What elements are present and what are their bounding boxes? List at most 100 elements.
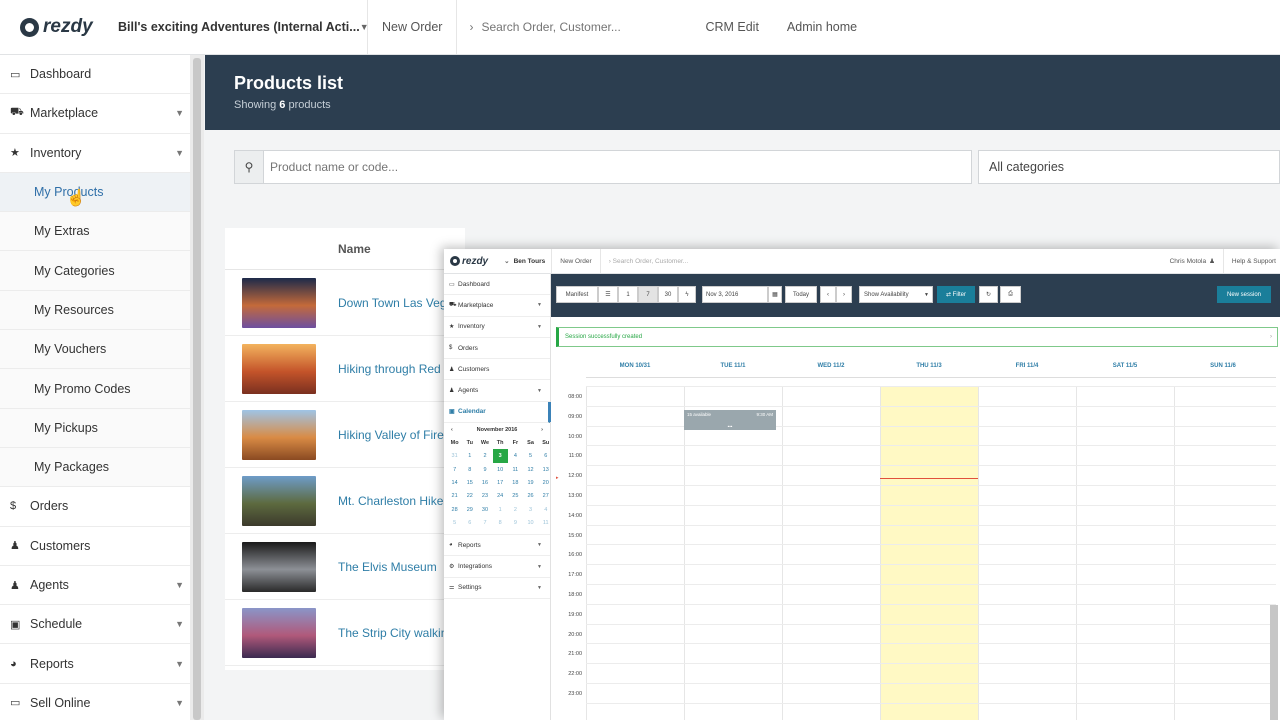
account-switcher[interactable]: Bill's exciting Adventures (Internal Act… (110, 0, 368, 54)
top-nav-admin-home[interactable]: Admin home (759, 20, 857, 34)
mini-cal-day[interactable]: 13 (538, 463, 553, 476)
mini-cal-day[interactable]: 14 (447, 476, 462, 489)
sidebar-item-my-extras[interactable]: My Extras (0, 212, 190, 252)
sidebar-item-dashboard[interactable]: ▭ Dashboard (0, 55, 190, 95)
calendar-scrollbar[interactable] (1270, 605, 1278, 720)
product-search-input[interactable] (270, 160, 971, 174)
overlay-account-switcher[interactable]: ⌄ Ben Tours (504, 249, 553, 273)
next-week-icon[interactable]: › (836, 286, 852, 303)
mini-cal-day[interactable]: 6 (462, 516, 477, 529)
mini-cal-day[interactable]: 5 (447, 516, 462, 529)
overlay-new-order-link[interactable]: New Order (552, 249, 601, 273)
day-header-mon-10-31[interactable]: MON 10/31 (586, 354, 684, 377)
day-column[interactable] (586, 386, 684, 720)
mini-cal-next-icon[interactable]: › (541, 427, 543, 433)
mini-cal-day[interactable]: 7 (477, 516, 492, 529)
mini-cal-day[interactable]: 30 (477, 503, 492, 516)
overlay-sidebar-item-dashboard[interactable]: ▭ Dashboard (444, 274, 550, 296)
day-header-thu-11-3[interactable]: THU 11/3 (880, 354, 978, 377)
new-order-link[interactable]: New Order (368, 0, 458, 54)
filter-button[interactable]: ⇄ Filter (937, 286, 975, 303)
mini-cal-day[interactable]: 11 (508, 463, 523, 476)
mini-cal-day[interactable]: 18 (508, 476, 523, 489)
sidebar-item-my-resources[interactable]: My Resources (0, 290, 190, 331)
mini-cal-day[interactable]: 25 (508, 490, 523, 503)
overlay-sidebar-item-orders[interactable]: $ Orders (444, 338, 550, 360)
mini-cal-day[interactable]: 3 (492, 449, 508, 463)
day-view-button[interactable]: 1 (618, 286, 638, 303)
refresh-icon[interactable]: ↻ (979, 286, 998, 303)
product-name-link[interactable]: Hiking Valley of Fire (338, 428, 444, 442)
mini-cal-day[interactable]: 8 (493, 516, 508, 529)
sidebar-scrollbar-thumb[interactable] (193, 58, 201, 720)
product-thumbnail[interactable] (242, 541, 316, 592)
rezdy-logo[interactable]: rezdy (0, 16, 110, 38)
mini-cal-day[interactable]: 26 (523, 490, 538, 503)
overlay-sidebar-item-calendar[interactable]: ▣ Calendar (444, 401, 550, 424)
manifest-button[interactable]: Manifest (556, 286, 598, 303)
mini-cal-day[interactable]: 5 (523, 449, 538, 462)
sidebar-item-my-packages[interactable]: My Packages (0, 447, 190, 488)
mini-cal-day[interactable]: 9 (508, 516, 523, 529)
mini-cal-day[interactable]: 20 (538, 476, 553, 489)
day-column[interactable] (1076, 386, 1174, 720)
flash-icon[interactable]: ϟ (678, 286, 696, 303)
product-thumbnail[interactable] (242, 409, 316, 460)
alert-close-icon[interactable]: › (1270, 334, 1272, 340)
mini-cal-day[interactable]: 6 (538, 449, 553, 462)
mini-cal-day[interactable]: 31 (447, 449, 462, 462)
mini-cal-day[interactable]: 8 (462, 463, 477, 476)
sidebar-item-my-promo-codes[interactable]: My Promo Codes (0, 369, 190, 409)
overlay-user-menu[interactable]: Chris Motola ♟ (1162, 249, 1224, 273)
product-name-link[interactable]: The Elvis Museum (338, 560, 437, 574)
search-icon[interactable]: ⚲ (234, 150, 264, 184)
sidebar-item-inventory[interactable]: ★ Inventory ▼ (0, 134, 190, 173)
date-picker-icon[interactable]: ▦ (768, 286, 782, 303)
today-button[interactable]: Today (785, 286, 817, 303)
mini-cal-day[interactable]: 1 (462, 449, 477, 462)
sidebar-item-reports[interactable]: ◕ Reports ▼ (0, 644, 190, 684)
mini-cal-prev-icon[interactable]: ‹ (451, 427, 453, 433)
mini-cal-day[interactable]: 10 (493, 463, 508, 476)
overlay-rezdy-logo[interactable]: rezdy (444, 256, 488, 267)
sidebar-item-my-pickups[interactable]: My Pickups (0, 408, 190, 448)
category-select[interactable]: All categories (978, 150, 1280, 184)
mini-cal-day[interactable]: 27 (538, 490, 553, 503)
new-session-button[interactable]: New session (1217, 286, 1271, 303)
product-thumbnail[interactable] (242, 343, 316, 394)
product-name-link[interactable]: Down Town Las Vegas (338, 296, 459, 310)
print-icon[interactable]: ⎙ (1000, 286, 1021, 303)
overlay-sidebar-item-reports[interactable]: ◕ Reports ▼ (444, 535, 550, 557)
mini-cal-day[interactable]: 22 (462, 490, 477, 503)
mini-cal-day[interactable]: 23 (477, 490, 492, 503)
product-thumbnail[interactable] (242, 475, 316, 526)
table-row[interactable]: The Elvis Museum (225, 534, 465, 600)
mini-cal-day[interactable]: 4 (508, 449, 523, 462)
calendar-session-event[interactable]: 15 available 9:30 AM ••• (684, 410, 776, 430)
mini-cal-day[interactable]: 19 (523, 476, 538, 489)
mini-cal-day[interactable]: 17 (493, 476, 508, 489)
overlay-help-link[interactable]: Help & Support (1224, 258, 1280, 265)
mini-cal-day[interactable]: 11 (538, 516, 553, 529)
mini-cal-day[interactable]: 28 (447, 503, 462, 516)
day-header-sat-11-5[interactable]: SAT 11/5 (1076, 354, 1174, 377)
day-header-sun-11-6[interactable]: SUN 11/6 (1174, 354, 1272, 377)
sidebar-item-my-products[interactable]: My Products (0, 172, 190, 213)
overlay-sidebar-item-inventory[interactable]: ★ Inventory ▼ (444, 317, 550, 338)
day-header-fri-11-4[interactable]: FRI 11/4 (978, 354, 1076, 377)
mini-cal-day[interactable]: 15 (462, 476, 477, 489)
day-header-wed-11-2[interactable]: WED 11/2 (782, 354, 880, 377)
table-row[interactable]: Hiking through Red Rock (225, 336, 465, 402)
product-search[interactable] (264, 150, 972, 184)
day-column[interactable] (684, 386, 782, 720)
sidebar-item-agents[interactable]: ♟ Agents ▼ (0, 566, 190, 606)
mini-cal-day[interactable]: 7 (447, 463, 462, 476)
product-thumbnail[interactable] (242, 607, 316, 658)
mini-cal-day[interactable]: 4 (538, 503, 553, 516)
product-thumbnail[interactable] (242, 277, 316, 328)
sidebar-item-orders[interactable]: $ Orders (0, 487, 190, 527)
table-row[interactable]: The Strip City walking tour (225, 600, 465, 666)
overlay-sidebar-item-customers[interactable]: ♟ Customers (444, 359, 550, 381)
week-view-button[interactable]: 7 (638, 286, 658, 303)
mini-cal-day[interactable]: 1 (493, 503, 508, 516)
